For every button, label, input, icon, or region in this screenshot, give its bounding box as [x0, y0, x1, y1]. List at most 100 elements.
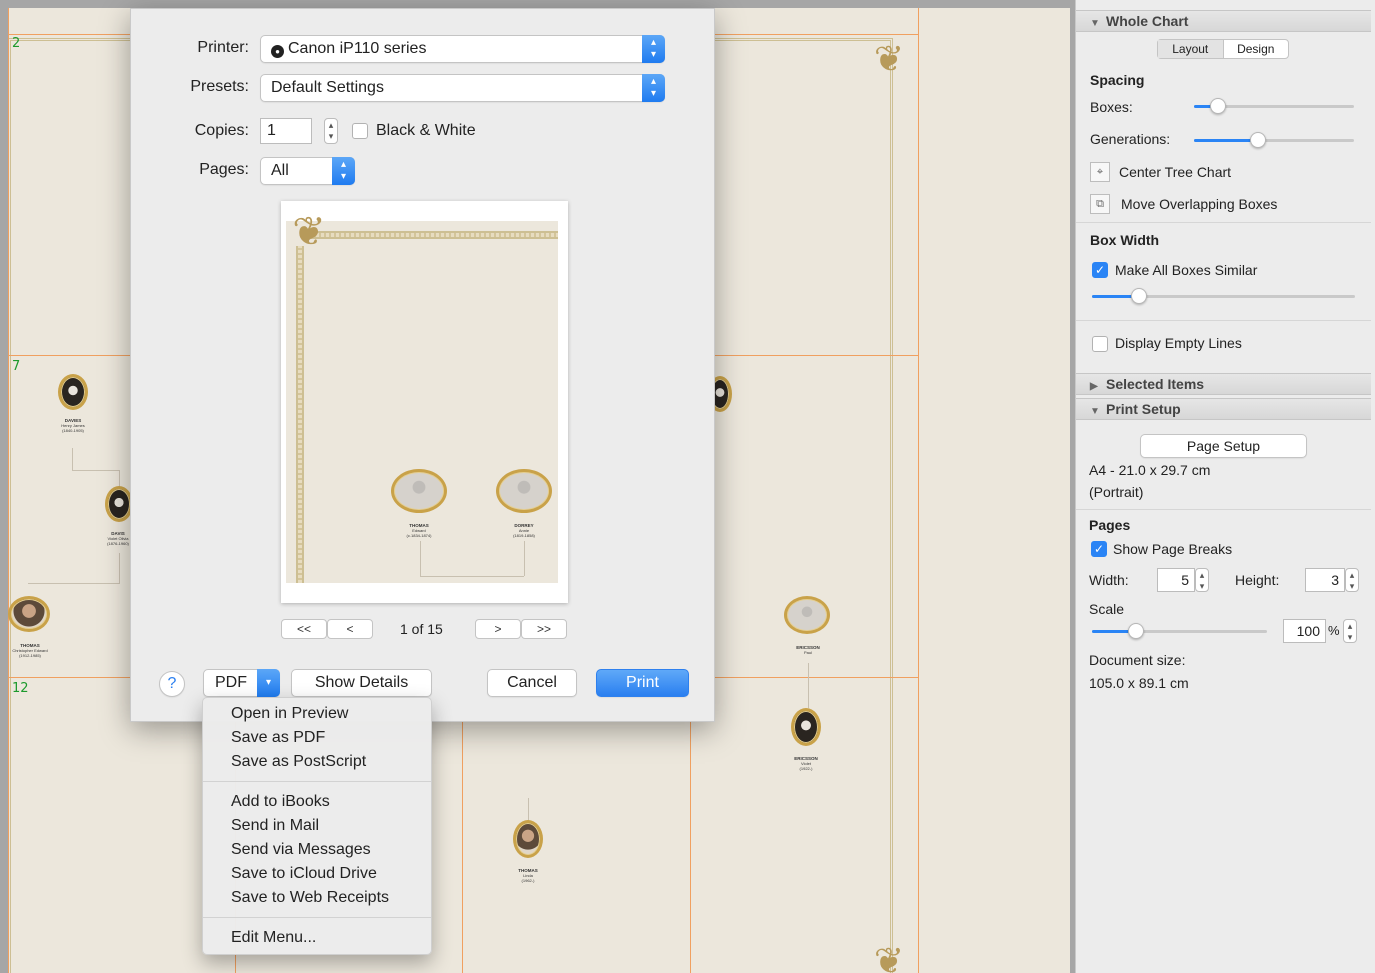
ornament-corner-icon: ❦	[873, 940, 905, 973]
last-page-button[interactable]: >>	[521, 619, 567, 639]
boxes-slider[interactable]	[1194, 98, 1354, 114]
height-stepper[interactable]: ▴ ▾	[1345, 568, 1359, 592]
document-size-value: 105.0 x 89.1 cm	[1089, 675, 1189, 691]
person-portrait[interactable]	[784, 596, 830, 634]
show-page-breaks-label: Show Page Breaks	[1113, 541, 1233, 557]
print-button[interactable]: Print	[596, 669, 689, 697]
presets-value: Default Settings	[271, 79, 384, 96]
preview-sheet: ❦ THOMAS Edward (c.1834-1874) DORREY Annie(…	[286, 210, 558, 583]
section-divider	[1076, 320, 1371, 321]
print-preview: ❦ THOMAS Edward (c.1834-1874) DORREY Annie(…	[281, 201, 568, 603]
preview-portrait	[391, 469, 447, 513]
menu-add-to-ibooks[interactable]: Add to iBooks	[203, 790, 431, 814]
pages-popup[interactable]: All ▴ ▾	[260, 157, 355, 185]
section-header-selected-items[interactable]: ▶ Selected Items	[1076, 373, 1371, 395]
document-size-label: Document size:	[1089, 652, 1186, 668]
display-empty-lines-checkbox[interactable]	[1092, 336, 1108, 352]
paper-orientation: (Portrait)	[1089, 484, 1144, 500]
menu-open-in-preview[interactable]: Open in Preview	[203, 702, 431, 726]
make-similar-label: Make All Boxes Similar	[1115, 262, 1258, 278]
boxes-label: Boxes:	[1090, 99, 1133, 115]
scale-slider[interactable]	[1092, 623, 1267, 639]
person-caption: THOMAS Linda (1962-)	[518, 868, 538, 883]
height-field[interactable]: 3	[1305, 568, 1345, 592]
preview-connector	[420, 541, 421, 576]
spacing-title: Spacing	[1090, 72, 1145, 88]
slider-knob[interactable]	[1250, 132, 1266, 148]
scale-field[interactable]: 100	[1283, 619, 1326, 643]
width-label: Width:	[1089, 572, 1129, 588]
help-button[interactable]: ?	[159, 671, 185, 697]
make-similar-checkbox[interactable]: ✓	[1092, 262, 1108, 278]
printer-status-icon: ●	[271, 45, 284, 58]
pdf-label: PDF	[215, 674, 247, 691]
menu-save-as-pdf[interactable]: Save as PDF	[203, 726, 431, 750]
slider-knob[interactable]	[1128, 623, 1144, 639]
box-width-title: Box Width	[1090, 232, 1160, 248]
printer-value: Canon iP110 series	[288, 40, 427, 57]
page-setup-button[interactable]: Page Setup	[1140, 434, 1307, 458]
printer-popup[interactable]: ● Canon iP110 series ▴ ▾	[260, 35, 665, 63]
slider-knob[interactable]	[1131, 288, 1147, 304]
chevron-updown-icon: ▴ ▾	[642, 35, 665, 63]
move-overlapping-label[interactable]: Move Overlapping Boxes	[1121, 196, 1277, 212]
page-number: 7	[12, 359, 21, 374]
previous-page-button[interactable]: <	[327, 619, 373, 639]
generations-slider[interactable]	[1194, 132, 1354, 148]
menu-send-via-messages[interactable]: Send via Messages	[203, 838, 431, 862]
menu-edit-menu[interactable]: Edit Menu...	[203, 926, 431, 950]
height-label: Height:	[1235, 572, 1280, 588]
center-tree-icon[interactable]: ⌖	[1090, 162, 1110, 182]
page-break-line	[8, 8, 9, 973]
person-portrait[interactable]	[105, 486, 133, 522]
preview-border	[296, 246, 304, 583]
page-break-line	[918, 8, 919, 973]
black-white-label: Black & White	[376, 122, 476, 139]
section-divider	[1076, 222, 1371, 223]
section-title: Whole Chart	[1106, 13, 1189, 29]
first-page-button[interactable]: <<	[281, 619, 327, 639]
slider-knob[interactable]	[1210, 98, 1226, 114]
tab-layout[interactable]: Layout	[1158, 40, 1223, 58]
black-white-checkbox[interactable]	[352, 123, 368, 139]
person-portrait[interactable]	[513, 820, 543, 858]
preview-caption: THOMAS Edward (c.1834-1874)	[406, 523, 432, 538]
presets-popup[interactable]: Default Settings ▴ ▾	[260, 74, 665, 102]
menu-send-in-mail[interactable]: Send in Mail	[203, 814, 431, 838]
layout-design-tabs[interactable]: Layout Design	[1157, 39, 1289, 59]
tree-connector	[72, 470, 120, 471]
menu-save-to-icloud-drive[interactable]: Save to iCloud Drive	[203, 862, 431, 886]
pages-label: Pages:	[199, 161, 249, 178]
tab-design[interactable]: Design	[1222, 40, 1289, 58]
next-page-button[interactable]: >	[475, 619, 521, 639]
person-caption: ERICSSON Violet (1922-)	[794, 756, 818, 771]
person-portrait[interactable]	[791, 708, 821, 746]
person-portrait[interactable]	[58, 374, 88, 410]
ornament-corner-icon: ❦	[292, 210, 326, 254]
scale-stepper[interactable]: ▴ ▾	[1343, 619, 1357, 643]
width-stepper[interactable]: ▴ ▾	[1195, 568, 1209, 592]
page-number: 12	[12, 681, 29, 696]
section-header-print-setup[interactable]: ▼ Print Setup	[1076, 398, 1371, 420]
section-header-whole-chart[interactable]: ▼ Whole Chart	[1076, 10, 1371, 32]
pages-value: All	[271, 162, 289, 179]
center-tree-label[interactable]: Center Tree Chart	[1119, 164, 1231, 180]
show-page-breaks-checkbox[interactable]: ✓	[1091, 541, 1107, 557]
box-width-slider[interactable]	[1092, 288, 1355, 304]
menu-save-to-web-receipts[interactable]: Save to Web Receipts	[203, 886, 431, 910]
menu-save-as-postscript[interactable]: Save as PostScript	[203, 750, 431, 774]
copies-field[interactable]: 1	[260, 118, 312, 144]
tree-connector	[808, 663, 809, 708]
section-title: Selected Items	[1106, 376, 1205, 392]
width-field[interactable]: 5	[1157, 568, 1195, 592]
person-portrait[interactable]	[8, 596, 50, 632]
slider-fill	[1194, 139, 1258, 142]
move-overlapping-icon[interactable]: ⧉	[1090, 194, 1110, 214]
pdf-menu-button[interactable]: PDF ▾	[203, 669, 280, 697]
show-details-button[interactable]: Show Details	[291, 669, 432, 697]
cancel-button[interactable]: Cancel	[487, 669, 577, 697]
printer-label: Printer:	[197, 39, 249, 56]
print-dialog: Printer: ● Canon iP110 series ▴ ▾ Presets:…	[130, 8, 715, 722]
copies-stepper[interactable]: ▴ ▾	[324, 118, 338, 144]
preview-portrait	[496, 469, 552, 513]
